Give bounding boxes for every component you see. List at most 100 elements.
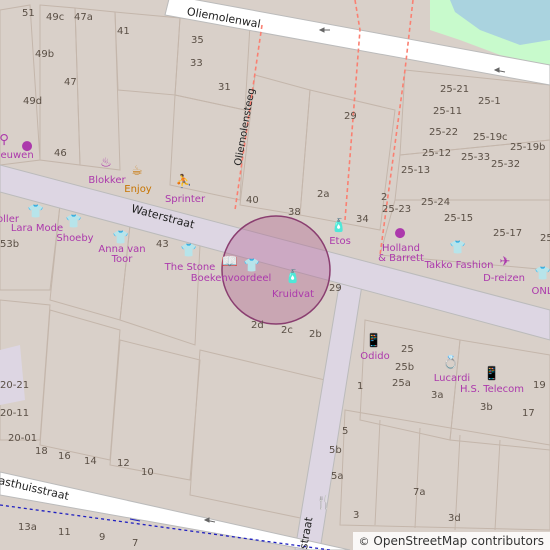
clothes-icon[interactable]: 👕 — [244, 260, 260, 273]
house-number: 46 — [54, 148, 67, 159]
house-number: 38 — [288, 207, 301, 218]
restaurant-icon[interactable]: 🍴 — [316, 497, 332, 510]
search-highlight-circle[interactable] — [221, 215, 331, 325]
house-number: 25-21 — [440, 84, 470, 95]
house-number: 25-1 — [478, 96, 501, 107]
clothes-icon[interactable]: 👕 — [450, 242, 466, 255]
house-number: 35 — [191, 35, 204, 46]
household-icon[interactable]: ♨ — [100, 157, 112, 170]
house-number: 31 — [218, 82, 231, 93]
phone-icon[interactable]: 📱 — [366, 335, 382, 348]
house-number: 29 — [344, 111, 357, 122]
house-number: 17 — [522, 408, 535, 419]
house-number: 25b — [395, 362, 415, 373]
house-number: 25-19b — [510, 142, 546, 153]
house-number: 25-22 — [429, 127, 459, 138]
house-number: 3a — [431, 390, 444, 401]
house-number: 25-24 — [421, 197, 451, 208]
clothes-icon[interactable]: 👕 — [66, 216, 82, 229]
house-number: 3 — [353, 510, 360, 521]
poi-label-holland-barrett[interactable]: Holland & Barrett — [378, 244, 424, 264]
house-number: 25-12 — [422, 148, 452, 159]
house-number: 25-33 — [461, 152, 491, 163]
poi-label-etos[interactable]: Etos — [329, 237, 351, 247]
poi-label-hs-telecom[interactable]: H.S. Telecom — [460, 385, 524, 395]
house-number: 34 — [356, 214, 369, 225]
poi-label-anna-van-toor[interactable]: Anna van Toor — [98, 245, 145, 265]
poi-label-only[interactable]: ONL — [532, 287, 550, 297]
bicycle-icon[interactable]: ⚲ — [0, 134, 9, 147]
house-number: 1 — [357, 381, 364, 392]
book-icon[interactable]: 📖 — [222, 256, 238, 269]
poi-label-blokker[interactable]: Blokker — [88, 176, 125, 186]
house-number: 2 — [381, 192, 388, 203]
map-attribution[interactable]: © OpenStreetMap contributors — [352, 532, 550, 550]
poi-label-lucardi[interactable]: Lucardi — [434, 374, 470, 384]
house-number: 40 — [246, 195, 259, 206]
poi-label-sprinter[interactable]: Sprinter — [165, 195, 205, 205]
house-number: 3d — [448, 513, 461, 524]
house-number: 25 — [401, 344, 414, 355]
poi-label-enjoy[interactable]: Enjoy — [124, 185, 151, 195]
dot-icon[interactable]: ● — [394, 227, 405, 240]
clothes-icon[interactable]: 👕 — [113, 232, 129, 245]
poi-label-oller[interactable]: oller — [0, 215, 19, 225]
poi-label-kruidvat[interactable]: Kruidvat — [272, 290, 314, 300]
house-number: 49c — [46, 12, 65, 23]
clothes-icon[interactable]: 👕 — [181, 245, 197, 258]
house-number: 19 — [533, 380, 546, 391]
poi-label-shoeby[interactable]: Shoeby — [56, 234, 93, 244]
house-number: 25a — [392, 378, 411, 389]
chemist-icon[interactable]: 🧴 — [331, 220, 347, 233]
house-number: 2d — [251, 320, 264, 331]
house-number: 14 — [84, 456, 97, 467]
house-number: 41 — [117, 26, 130, 37]
phone-icon[interactable]: 📱 — [484, 368, 500, 381]
poi-label-boekenvoordeel[interactable]: Boekenvoordeel — [191, 274, 272, 284]
house-number: 25-13 — [401, 165, 431, 176]
house-number: 12 — [117, 458, 130, 469]
house-number: 43 — [156, 239, 169, 250]
house-number: 9 — [99, 532, 106, 543]
house-number: 3b — [480, 402, 493, 413]
house-number: 49d — [23, 96, 43, 107]
sports-icon[interactable]: ⛹ — [176, 176, 192, 189]
house-number: 29 — [329, 283, 342, 294]
house-number: 5a — [331, 471, 344, 482]
map-view[interactable]: Oliemolenwal Oliemolensteeg Waterstraat … — [0, 0, 550, 550]
house-number: 5b — [329, 445, 342, 456]
house-number: 20-11 — [0, 408, 30, 419]
house-number: 53b — [0, 239, 20, 250]
poi-label-the-stone[interactable]: The Stone — [165, 263, 216, 273]
house-number: 11 — [58, 527, 71, 538]
house-number: 16 — [58, 451, 71, 462]
house-number: 33 — [190, 58, 203, 69]
house-number: 10 — [141, 467, 154, 478]
poi-label-odido[interactable]: Odido — [360, 352, 389, 362]
chemist-icon[interactable]: 🧴 — [285, 271, 301, 284]
house-number: 25-32 — [491, 159, 521, 170]
house-number: 25-23 — [382, 204, 412, 215]
house-number: 2b — [309, 329, 322, 340]
poi-label-leeuwen[interactable]: eeuwen — [0, 151, 34, 161]
poi-label-dreizen[interactable]: D-reizen — [483, 274, 525, 284]
clothes-icon[interactable]: 👕 — [28, 206, 44, 219]
house-number: 7a — [413, 487, 426, 498]
map-canvas[interactable] — [0, 0, 550, 550]
house-number: 47a — [74, 12, 93, 23]
coffee-icon[interactable]: ☕ — [131, 165, 143, 178]
house-number: 25-15 — [444, 213, 474, 224]
house-number: 25-17 — [493, 228, 523, 239]
copyright-symbol: © — [358, 535, 370, 548]
travel-icon[interactable]: ✈ — [500, 256, 511, 269]
jewelry-icon[interactable]: 💍 — [443, 357, 459, 370]
house-number: 5 — [342, 426, 349, 437]
house-number: 13a — [18, 522, 37, 533]
clothes-icon[interactable]: 👕 — [535, 268, 550, 281]
house-number: 2c — [281, 325, 293, 336]
poi-label-takko[interactable]: Takko Fashion — [425, 261, 494, 271]
house-number: 20-21 — [0, 380, 30, 391]
poi-label-lara-mode[interactable]: Lara Mode — [11, 224, 63, 234]
house-number: 51 — [22, 8, 35, 19]
attribution-text[interactable]: OpenStreetMap contributors — [373, 534, 544, 548]
